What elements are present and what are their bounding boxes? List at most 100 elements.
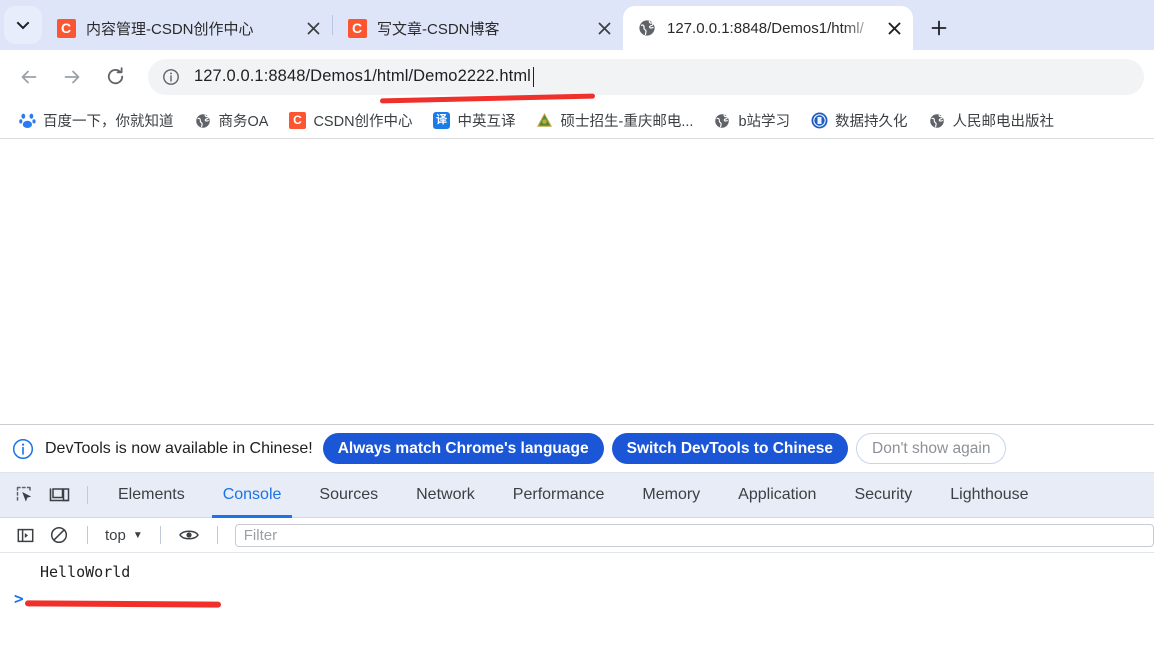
console-toolbar-divider-2 <box>159 526 161 544</box>
switch-devtools-to-chinese-button[interactable]: Switch DevTools to Chinese <box>611 433 849 464</box>
info-circle-icon <box>163 68 179 85</box>
console-toolbar-divider-1 <box>87 526 88 544</box>
devtools-tab-memory[interactable]: Memory <box>623 473 719 518</box>
clear-console-icon <box>50 526 68 544</box>
devtools-tab-application[interactable]: Application <box>719 473 835 518</box>
devtools-tab-sources[interactable]: Sources <box>300 473 397 518</box>
bookmark-ptpress-label: 人民邮电出版社 <box>952 114 1055 130</box>
reload-button[interactable] <box>98 60 132 94</box>
devtools-tab-elements[interactable]: Elements <box>99 473 204 518</box>
bookmarks-bar: 百度一下，你就知道 商务OA C CSDN创作中心 译 中英互译 硕士招生-重庆… <box>0 103 1154 139</box>
inspect-element-button[interactable] <box>8 478 42 512</box>
device-toolbar-button[interactable] <box>42 478 76 512</box>
bookmark-bilibili-label: b站学习 <box>738 114 791 130</box>
bookmark-shangwu-oa[interactable]: 商务OA <box>186 107 277 135</box>
close-icon <box>307 22 319 34</box>
translate-icon-letter: 译 <box>433 112 451 129</box>
page-viewport <box>0 139 1154 414</box>
bookmark-translate[interactable]: 译 中英互译 <box>425 107 524 135</box>
globe-icon <box>194 112 212 130</box>
live-expression-eye-icon <box>178 530 199 540</box>
bookmark-csdn-label: CSDN创作中心 <box>313 114 413 130</box>
globe-icon-glyph <box>195 113 210 128</box>
devtools-tab-network[interactable]: Network <box>397 473 494 518</box>
console-toolbar-divider-3 <box>216 526 218 544</box>
console-prompt-chevron-icon: > <box>14 589 24 608</box>
close-icon <box>888 22 900 34</box>
tab-search-button[interactable] <box>4 6 42 44</box>
console-message-0: HelloWorld <box>40 563 131 581</box>
browser-tab-2-close-button[interactable] <box>591 15 617 41</box>
browser-tab-1[interactable]: C 内容管理-CSDN创作中心 <box>42 6 332 50</box>
csdn-icon: C <box>56 18 76 38</box>
baidu-paw-icon-glyph <box>18 113 36 128</box>
console-filter-input[interactable] <box>234 523 1154 547</box>
bookmark-baidu[interactable]: 百度一下，你就知道 <box>10 107 182 135</box>
globe-icon-glyph <box>929 113 944 128</box>
devtools-panel: DevTools is now available in Chinese! Al… <box>0 424 1154 665</box>
devtools-tab-lighthouse-label: Lighthouse <box>950 486 1029 503</box>
console-output-area[interactable]: HelloWorld > <box>0 553 1154 663</box>
browser-tab-2[interactable]: C 写文章-CSDN博客 <box>333 6 623 50</box>
devtools-toolbar-divider <box>87 486 88 504</box>
inspect-element-icon <box>16 486 31 502</box>
devtools-tab-performance[interactable]: Performance <box>494 473 624 518</box>
console-context-selector[interactable]: top ▼ <box>99 527 149 544</box>
address-bar-caret <box>532 66 535 87</box>
browser-tab-3[interactable]: 127.0.0.1:8848/Demos1/html/ <box>623 6 913 50</box>
devtools-tab-security[interactable]: Security <box>835 473 931 518</box>
console-toolbar: top ▼ <box>0 518 1154 553</box>
info-circle-icon <box>12 438 34 460</box>
csdn-icon-letter: C <box>288 112 306 129</box>
console-sidebar-icon <box>17 528 33 542</box>
info-circle-icon-glyph <box>12 438 34 459</box>
console-input-prompt[interactable]: > <box>0 581 1154 608</box>
csdn-icon: C <box>288 112 306 130</box>
bookmark-ptpress[interactable]: 人民邮电出版社 <box>920 107 1063 135</box>
dont-show-again-button[interactable]: Don't show again <box>856 433 1007 464</box>
devtools-tab-security-label: Security <box>854 486 913 503</box>
plus-icon <box>931 20 947 36</box>
csdn-icon-letter: C <box>56 18 76 38</box>
globe-icon <box>928 112 946 130</box>
clear-console-button[interactable] <box>42 518 76 552</box>
globe-icon <box>637 18 657 38</box>
browser-tab-3-close-button[interactable] <box>881 15 907 41</box>
forward-button[interactable] <box>55 60 89 94</box>
close-icon <box>598 22 610 34</box>
new-tab-button[interactable] <box>921 10 957 46</box>
chevron-down-icon <box>16 21 30 30</box>
cqupt-crest-icon-glyph <box>537 113 553 127</box>
cqupt-crest-icon <box>536 112 554 130</box>
devtools-tab-application-label: Application <box>738 486 817 503</box>
browser-tab-2-title: 写文章-CSDN博客 <box>377 20 500 38</box>
bookmark-csdn[interactable]: C CSDN创作中心 <box>280 107 420 135</box>
seal-icon-glyph <box>811 112 828 129</box>
console-context-value: top <box>105 526 126 544</box>
devtools-tab-bar: Elements Console Sources Network Perform… <box>0 473 1154 518</box>
devtools-banner-message: DevTools is now available in Chinese! <box>45 439 313 457</box>
globe-icon-glyph <box>639 20 655 36</box>
always-match-chrome-language-button[interactable]: Always match Chrome's language <box>322 433 604 464</box>
device-toolbar-icon <box>49 487 69 501</box>
live-expression-button[interactable] <box>172 518 206 552</box>
bookmark-translate-label: 中英互译 <box>457 114 516 130</box>
console-sidebar-button[interactable] <box>8 518 42 552</box>
bookmark-shangwu-oa-label: 商务OA <box>218 114 269 130</box>
devtools-tab-console[interactable]: Console <box>204 473 301 518</box>
csdn-icon: C <box>347 18 367 38</box>
reload-icon <box>107 67 123 85</box>
browser-tab-strip: C 内容管理-CSDN创作中心 C 写文章-CSDN博客 127.0.0.1:8… <box>0 0 1154 50</box>
back-button[interactable] <box>12 60 46 94</box>
devtools-tab-lighthouse[interactable]: Lighthouse <box>931 473 1047 518</box>
globe-icon-glyph <box>715 113 730 128</box>
bookmark-bilibili[interactable]: b站学习 <box>705 107 798 135</box>
bookmark-data-persistence[interactable]: 数据持久化 <box>802 107 916 135</box>
address-bar[interactable]: 127.0.0.1:8848/Demos1/html/Demo2222.html <box>148 58 1144 95</box>
browser-tab-1-close-button[interactable] <box>300 15 326 41</box>
devtools-tab-memory-label: Memory <box>642 486 701 503</box>
bookmark-baidu-label: 百度一下，你就知道 <box>43 114 174 130</box>
site-info-button[interactable] <box>160 66 182 88</box>
csdn-icon-letter: C <box>347 18 367 38</box>
bookmark-cqupt[interactable]: 硕士招生-重庆邮电... <box>528 107 702 135</box>
